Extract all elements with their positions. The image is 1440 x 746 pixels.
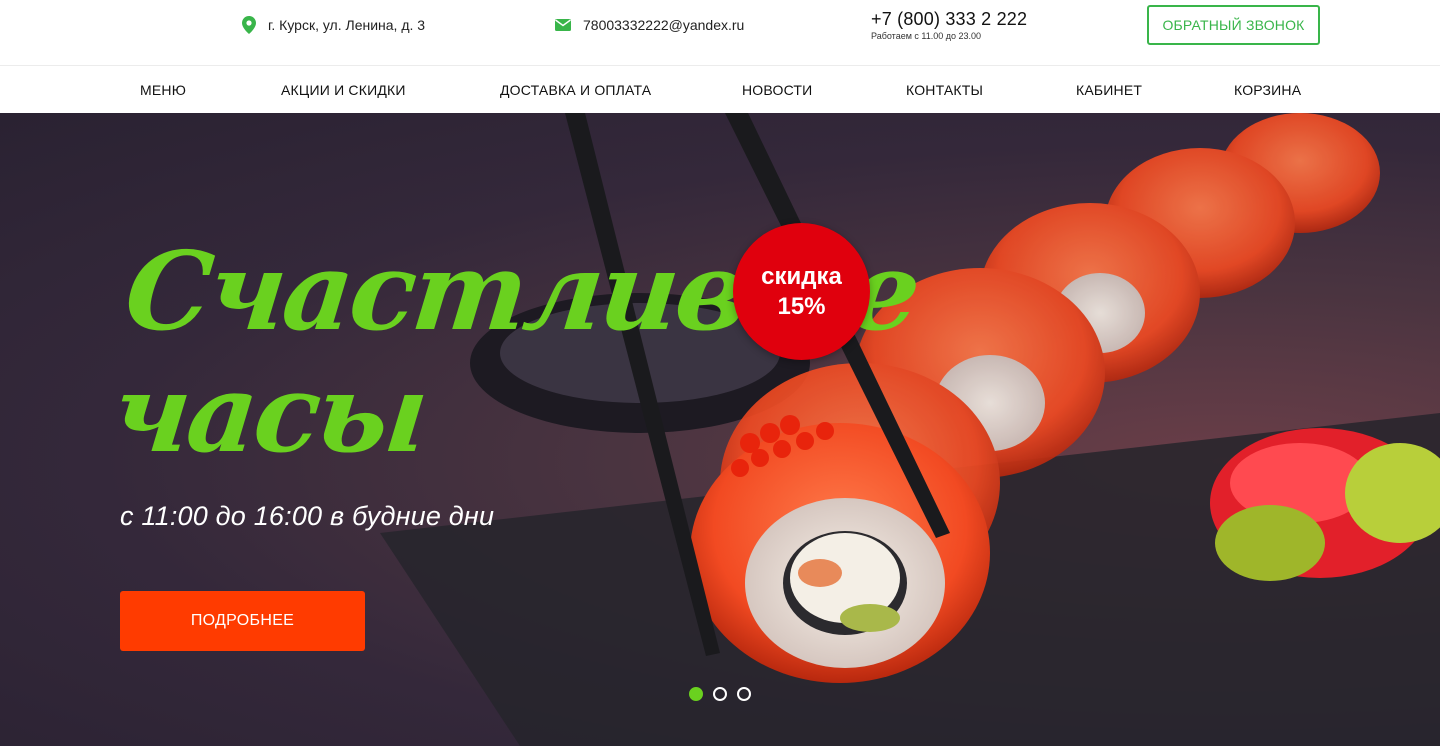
more-button[interactable]: ПОДРОБНЕЕ	[120, 591, 365, 651]
address: г. Курск, ул. Ленина, д. 3	[242, 0, 425, 50]
hero-title: Счастливые часы	[106, 229, 924, 477]
nav-item-cart[interactable]: КОРЗИНА	[1234, 67, 1301, 113]
address-text: г. Курск, ул. Ленина, д. 3	[268, 17, 426, 33]
slider-dots	[689, 687, 751, 701]
email[interactable]: 78003332222@yandex.ru	[555, 0, 744, 50]
phone-number[interactable]: +7 (800) 333 2 222	[871, 9, 1027, 29]
working-hours: Работаем с 11.00 до 23.00	[871, 31, 982, 41]
main-nav: МЕНЮ АКЦИИ И СКИДКИ ДОСТАВКА И ОПЛАТА НО…	[0, 67, 1440, 113]
discount-badge: скидка 15%	[733, 223, 870, 360]
discount-badge-value: 15%	[777, 292, 826, 320]
email-text[interactable]: 78003332222@yandex.ru	[583, 17, 744, 33]
nav-item-promotions[interactable]: АКЦИИ И СКИДКИ	[281, 67, 406, 113]
nav-item-contacts[interactable]: КОНТАКТЫ	[906, 67, 983, 113]
discount-badge-label: скидка	[761, 262, 842, 290]
hero-title-line2: часы	[106, 351, 432, 477]
location-pin-icon	[242, 16, 256, 34]
top-bar: г. Курск, ул. Ленина, д. 3 78003332222@y…	[0, 0, 1440, 66]
nav-item-account[interactable]: КАБИНЕТ	[1076, 67, 1142, 113]
hero-title-line1: Счастливые	[119, 229, 924, 355]
envelope-icon	[555, 19, 571, 31]
slider-dot-3[interactable]	[737, 687, 751, 701]
nav-item-menu[interactable]: МЕНЮ	[140, 67, 186, 113]
callback-button[interactable]: ОБРАТНЫЙ ЗВОНОК	[1147, 5, 1320, 45]
slider-dot-2[interactable]	[713, 687, 727, 701]
hero-slider: Счастливые часы скидка 15% с 11:00 до 16…	[0, 113, 1440, 746]
hero-subtitle: с 11:00 до 16:00 в будние дни	[120, 501, 495, 531]
slider-dot-1[interactable]	[689, 687, 703, 701]
nav-item-news[interactable]: НОВОСТИ	[742, 67, 812, 113]
nav-item-delivery[interactable]: ДОСТАВКА И ОПЛАТА	[500, 67, 651, 113]
phone-block: +7 (800) 333 2 222 Работаем с 11.00 до 2…	[871, 9, 1027, 42]
